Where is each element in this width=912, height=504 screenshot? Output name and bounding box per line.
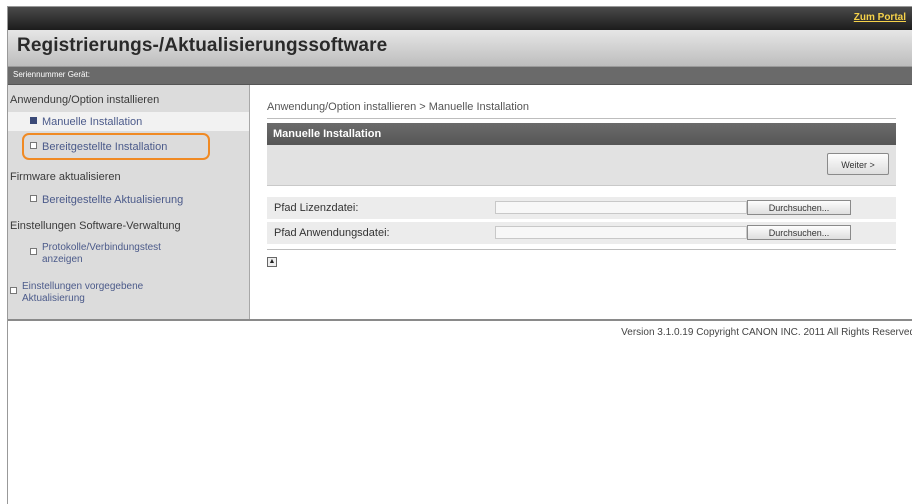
sidebar-item-label-line1: Protokolle/Verbindungstest [42, 242, 161, 253]
top-bar: Zum Portal [8, 7, 912, 30]
sidebar-item-label: Manuelle Installation [42, 116, 143, 128]
sidebar-item-manual-installation[interactable]: Manuelle Installation [30, 116, 142, 128]
back-to-top-icon[interactable]: ▲ [267, 257, 277, 267]
bullet-icon [30, 195, 37, 202]
sidebar-section-firmware: Firmware aktualisieren [10, 171, 121, 183]
bullet-icon [30, 248, 37, 255]
footer-divider [8, 319, 912, 321]
application-file-input[interactable] [495, 226, 747, 239]
sidebar: Anwendung/Option installieren Manuelle I… [8, 85, 250, 319]
license-file-label: Pfad Lizenzdatei: [274, 202, 359, 214]
main-content: Anwendung/Option installieren > Manuelle… [250, 85, 912, 319]
portal-link[interactable]: Zum Portal [854, 12, 906, 23]
panel-title: Manuelle Installation [273, 128, 382, 140]
highlight-box [22, 133, 210, 160]
bullet-icon [10, 287, 17, 294]
browse-license-button[interactable]: Durchsuchen... [747, 200, 851, 215]
breadcrumb-divider [267, 118, 896, 119]
sidebar-item-provided-update[interactable]: Bereitgestellte Aktualisierung [30, 194, 183, 206]
sidebar-section-install: Anwendung/Option installieren [10, 94, 160, 106]
serial-bar: Seriennummer Gerät: [8, 67, 912, 85]
license-file-input[interactable] [495, 201, 747, 214]
browse-application-button[interactable]: Durchsuchen... [747, 225, 851, 240]
page-title: Registrierungs-/Aktualisierungssoftware [17, 35, 388, 56]
sidebar-item-label-line2: Aktualisierung [22, 293, 85, 304]
application-file-label: Pfad Anwendungsdatei: [274, 227, 390, 239]
next-button[interactable]: Weiter > [827, 153, 889, 175]
title-bar: Registrierungs-/Aktualisierungssoftware [8, 30, 912, 67]
sidebar-item-label-line2: anzeigen [42, 254, 83, 265]
breadcrumb: Anwendung/Option installieren > Manuelle… [267, 101, 530, 113]
application-file-row: Pfad Anwendungsdatei: Durchsuchen... [267, 222, 896, 244]
sidebar-item-label: Bereitgestellte Aktualisierung [42, 194, 184, 206]
bullet-icon [30, 117, 37, 124]
serial-label: Seriennummer Gerät: [13, 70, 90, 79]
sidebar-item-default-update-settings[interactable]: Einstellungen vorgegebene Aktualisierung [10, 281, 143, 305]
license-file-row: Pfad Lizenzdatei: Durchsuchen... [267, 197, 896, 219]
sidebar-item-label-line1: Einstellungen vorgegebene [22, 281, 144, 292]
sidebar-item-logs[interactable]: Protokolle/Verbindungstest anzeigen [30, 242, 161, 266]
rows-divider [267, 249, 896, 250]
panel-body: Weiter > [267, 145, 896, 186]
sidebar-section-software-settings: Einstellungen Software-Verwaltung [10, 220, 181, 232]
panel-header: Manuelle Installation [267, 123, 896, 145]
copyright-text: Version 3.1.0.19 Copyright CANON INC. 20… [621, 327, 912, 338]
